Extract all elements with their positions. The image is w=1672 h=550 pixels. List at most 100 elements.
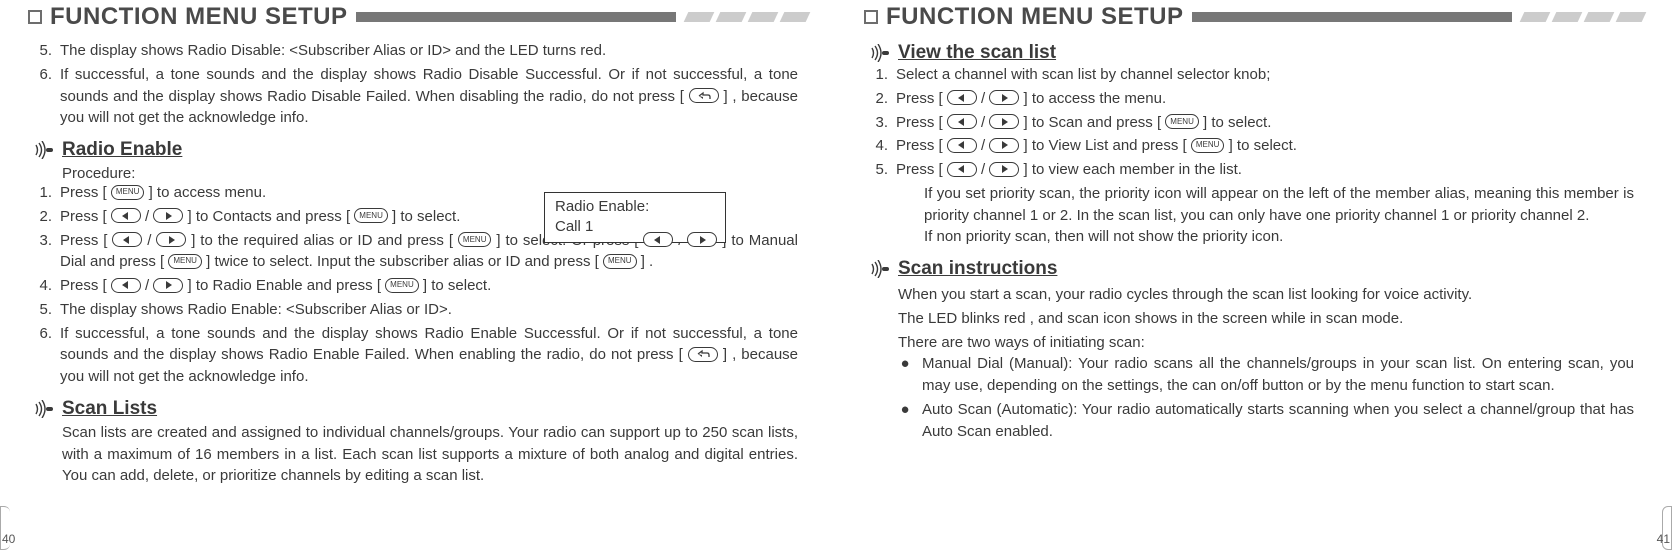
list-number: 5. (28, 40, 52, 62)
menu-key-icon: MENU (458, 232, 492, 247)
view-scan-list: 1. Select a channel with scan list by cha… (864, 64, 1634, 181)
header-rule (1192, 12, 1645, 22)
list-item: 4. Press [ / ] to View List and press [ M… (864, 135, 1634, 157)
list-number: 2. (864, 88, 888, 110)
list-text: Press [ / ] to access the menu. (896, 88, 1634, 110)
list-text: Press [ / ] to the required alias or ID … (60, 230, 798, 274)
list-text: If successful, a tone sounds and the dis… (60, 323, 798, 388)
list-item: 5. Press [ / ] to view each member in the… (864, 159, 1634, 181)
header-rule (356, 12, 809, 22)
menu-key-icon: MENU (354, 208, 388, 223)
signal-icon (870, 260, 890, 278)
left-arrow-key-icon (947, 90, 977, 105)
list-item: 5. The display shows Radio Disable: <Subs… (28, 40, 798, 62)
list-text: The display shows Radio Enable: <Subscri… (60, 299, 798, 321)
bullet-dot-icon: ● (898, 399, 912, 443)
section-title: Scan instructions (898, 258, 1057, 280)
back-key-icon (689, 88, 719, 103)
scan-p3: There are two ways of initiating scan: (898, 332, 1634, 354)
section-title: View the scan list (898, 42, 1056, 64)
signal-icon (870, 44, 890, 62)
menu-key-icon: MENU (603, 254, 637, 269)
page-header: FUNCTION MENU SETUP (864, 2, 1644, 32)
page-title: FUNCTION MENU SETUP (50, 3, 348, 31)
bullet-text: Manual Dial (Manual): Your radio scans a… (922, 353, 1634, 397)
page-header: FUNCTION MENU SETUP (28, 2, 808, 32)
section-title: Scan Lists (62, 398, 157, 420)
list-number: 1. (28, 182, 52, 204)
list-item: 1. Select a channel with scan list by cha… (864, 64, 1634, 86)
page-number: 41 (1657, 532, 1670, 546)
page-number: 40 (2, 532, 15, 546)
view-scan-list-heading: View the scan list (870, 42, 1644, 64)
signal-icon (34, 400, 54, 418)
procedure-label: Procedure: (62, 165, 798, 182)
page-title: FUNCTION MENU SETUP (886, 3, 1184, 31)
signal-icon (34, 141, 54, 159)
right-arrow-key-icon (989, 138, 1019, 153)
scan-p2: The LED blinks red , and scan icon shows… (898, 308, 1634, 330)
right-arrow-key-icon (989, 90, 1019, 105)
header-bullet-icon (28, 10, 42, 24)
right-page: FUNCTION MENU SETUP View the scan list 1… (836, 0, 1672, 550)
header-stripes-icon (686, 12, 808, 22)
radio-enable-heading: Radio Enable (34, 139, 808, 161)
header-bullet-icon (864, 10, 878, 24)
menu-key-icon: MENU (1165, 114, 1199, 129)
callout-line1: Radio Enable: (555, 197, 715, 217)
view-tail-1: If you set priority scan, the priority i… (924, 183, 1634, 227)
header-bar-icon (356, 12, 677, 22)
list-number: 5. (864, 159, 888, 181)
scan-instructions-heading: Scan instructions (870, 258, 1644, 280)
menu-key-icon: MENU (385, 278, 419, 293)
list-text: Press [ / ] to Radio Enable and press [ … (60, 275, 798, 297)
list-text: Select a channel with scan list by chann… (896, 64, 1634, 86)
scan-p1: When you start a scan, your radio cycles… (898, 284, 1634, 306)
left-arrow-key-icon (947, 114, 977, 129)
list-text: Press [ / ] to view each member in the l… (896, 159, 1634, 181)
intro-list: 5. The display shows Radio Disable: <Subs… (28, 40, 798, 129)
left-arrow-key-icon (947, 162, 977, 177)
menu-key-icon: MENU (111, 185, 145, 200)
list-item: 3. Press [ / ] to Scan and press [ MENU ]… (864, 112, 1634, 134)
scan-lists-paragraph: Scan lists are created and assigned to i… (62, 422, 798, 487)
left-page: FUNCTION MENU SETUP 5. The display shows … (0, 0, 836, 550)
list-text: The display shows Radio Disable: <Subscr… (60, 40, 798, 62)
list-number: 4. (28, 275, 52, 297)
list-number: 1. (864, 64, 888, 86)
list-number: 3. (28, 230, 52, 274)
header-bar-icon (1192, 12, 1513, 22)
list-text: Press [ / ] to Scan and press [ MENU ] t… (896, 112, 1634, 134)
bullet-item: ●Auto Scan (Automatic): Your radio autom… (898, 399, 1634, 443)
list-text: If successful, a tone sounds and the dis… (60, 64, 798, 129)
scan-lists-heading: Scan Lists (34, 398, 808, 420)
list-item: 4. Press [ / ] to Radio Enable and press … (28, 275, 798, 297)
right-arrow-key-icon (153, 278, 183, 293)
list-item: 5. The display shows Radio Enable: <Subsc… (28, 299, 798, 321)
right-arrow-key-icon (989, 162, 1019, 177)
list-number: 5. (28, 299, 52, 321)
right-arrow-key-icon (687, 232, 717, 247)
list-number: 6. (28, 64, 52, 129)
right-arrow-key-icon (153, 208, 183, 223)
left-arrow-key-icon (111, 278, 141, 293)
left-arrow-key-icon (947, 138, 977, 153)
back-key-icon (688, 347, 718, 362)
bullet-text: Auto Scan (Automatic): Your radio automa… (922, 399, 1634, 443)
left-arrow-key-icon (112, 232, 142, 247)
scan-bullets: ●Manual Dial (Manual): Your radio scans … (898, 353, 1634, 442)
bullet-dot-icon: ● (898, 353, 912, 397)
menu-key-icon: MENU (1191, 138, 1225, 153)
list-number: 6. (28, 323, 52, 388)
left-arrow-key-icon (643, 232, 673, 247)
list-number: 4. (864, 135, 888, 157)
list-text: Press [ / ] to View List and press [ MEN… (896, 135, 1634, 157)
left-arrow-key-icon (111, 208, 141, 223)
right-arrow-key-icon (989, 114, 1019, 129)
bullet-item: ●Manual Dial (Manual): Your radio scans … (898, 353, 1634, 397)
list-item: 2. Press [ / ] to access the menu. (864, 88, 1634, 110)
right-arrow-key-icon (156, 232, 186, 247)
list-number: 3. (864, 112, 888, 134)
section-title: Radio Enable (62, 139, 182, 161)
header-stripes-icon (1522, 12, 1644, 22)
